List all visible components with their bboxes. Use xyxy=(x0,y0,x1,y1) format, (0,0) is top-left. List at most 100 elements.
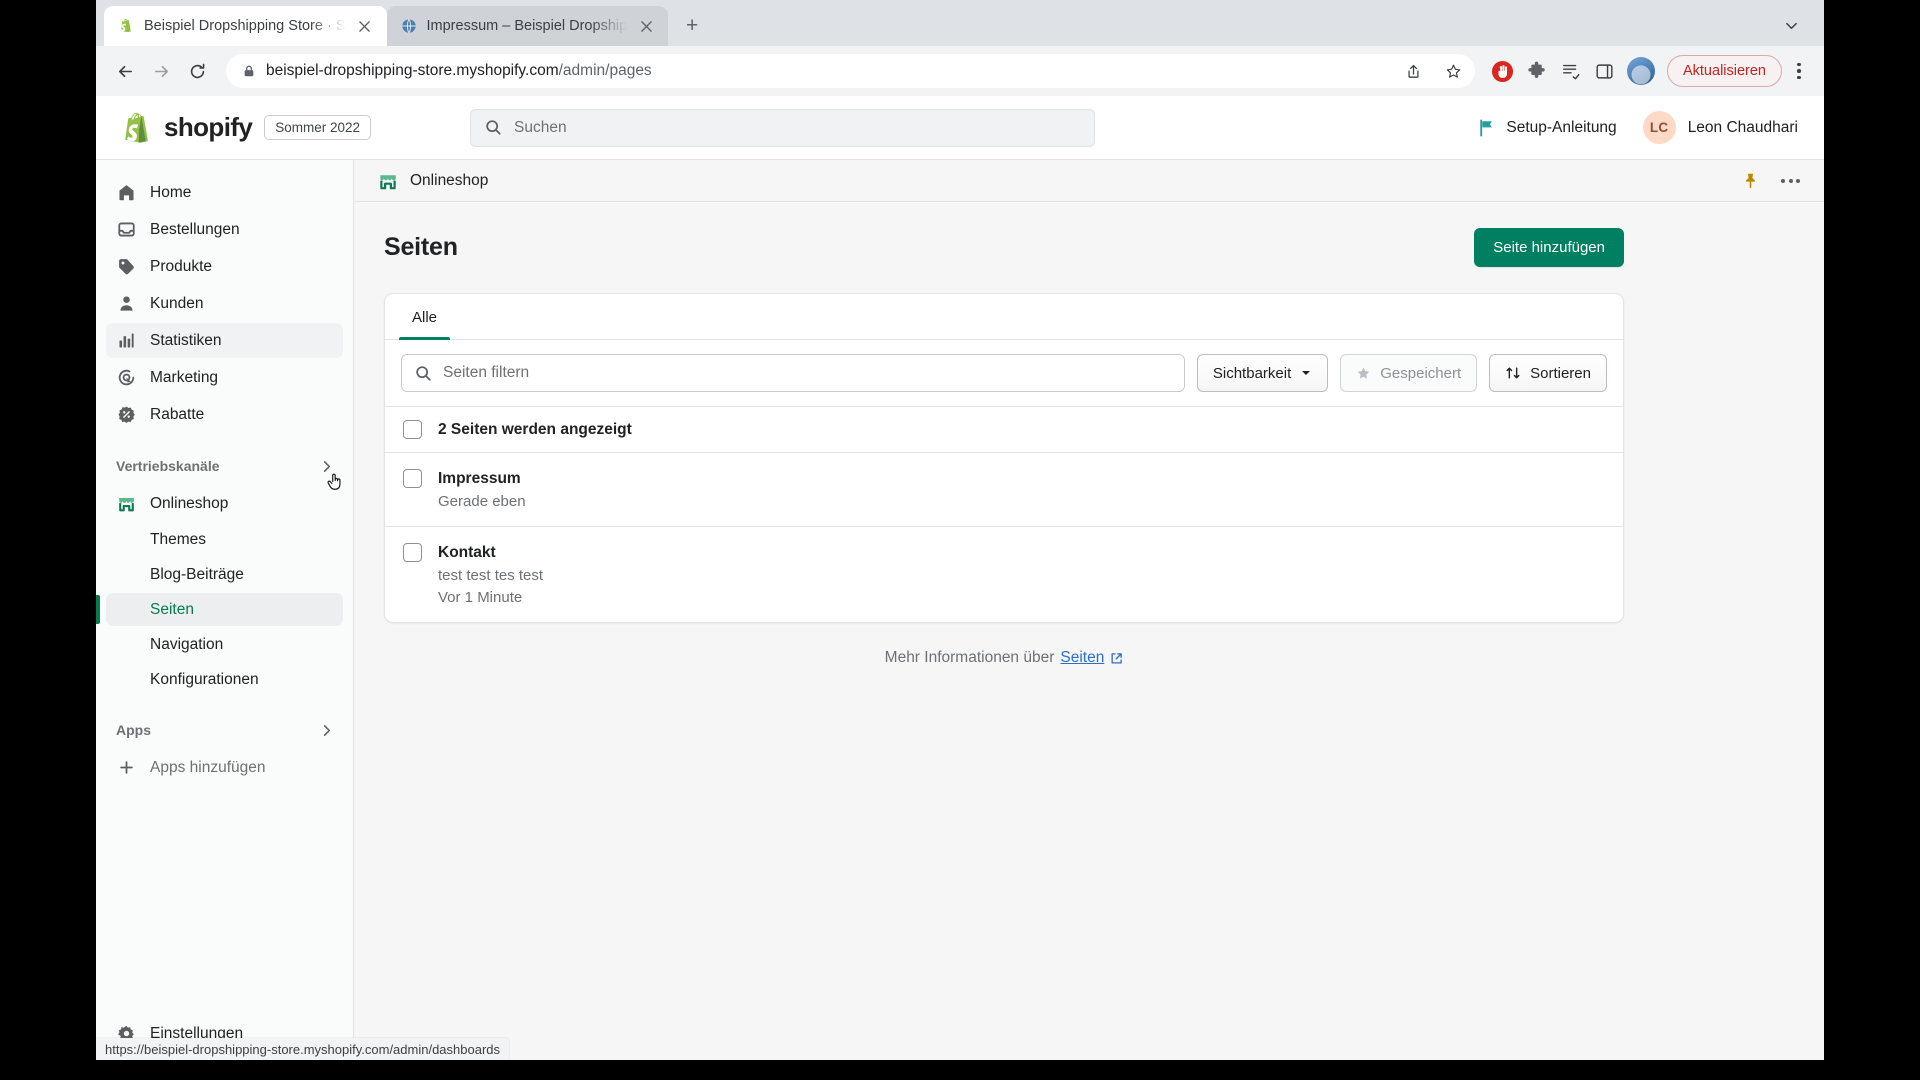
sidebar-item-statistiken[interactable]: Statistiken xyxy=(106,323,343,490)
share-icon[interactable] xyxy=(1399,56,1429,86)
bar-chart-icon xyxy=(116,331,137,350)
sidebar-item-produkte[interactable]: Produkte xyxy=(106,249,343,284)
sidebar-item-bestellungen[interactable]: Bestellungen xyxy=(106,212,343,247)
browser-window: Beispiel Dropshipping Store · S Impressu… xyxy=(96,0,1824,1060)
browser-toolbar: beispiel-dropshipping-store.myshopify.co… xyxy=(96,46,1824,96)
bookmark-star-icon[interactable] xyxy=(1439,56,1469,86)
body-split: Home Bestellungen Produkte Kunden Statis… xyxy=(96,160,1824,1060)
pin-icon[interactable] xyxy=(1742,172,1759,189)
address-bar[interactable]: beispiel-dropshipping-store.myshopify.co… xyxy=(226,54,1475,88)
new-tab-button[interactable]: + xyxy=(677,11,707,41)
user-menu[interactable]: LC Leon Chaudhari xyxy=(1642,111,1798,144)
select-all-checkbox[interactable] xyxy=(403,420,422,439)
search-icon xyxy=(415,365,432,382)
sidebar-group-apps[interactable]: Apps xyxy=(106,713,343,747)
sidebar-item-marketing[interactable]: Marketing xyxy=(106,360,343,395)
page-header: Seiten Seite hinzufügen xyxy=(384,228,1624,267)
extensions-puzzle-icon[interactable] xyxy=(1521,55,1553,87)
chevron-down-icon[interactable] xyxy=(1776,10,1806,40)
global-search-input[interactable]: Suchen xyxy=(470,108,1095,147)
adblock-extension-icon[interactable] xyxy=(1487,55,1519,87)
visibility-button-label: Sichtbarkeit xyxy=(1212,364,1292,382)
row-checkbox[interactable] xyxy=(403,469,422,488)
shopify-bag-icon xyxy=(122,111,152,145)
pages-screen: Seiten Seite hinzufügen Alle Seiten filt… xyxy=(354,202,1654,667)
user-avatar: LC xyxy=(1642,111,1676,144)
shopify-logo[interactable]: shopify Sommer 2022 xyxy=(122,111,452,145)
star-icon xyxy=(1356,366,1371,381)
table-row[interactable]: Kontakt test test tes test Vor 1 Minute xyxy=(385,527,1623,622)
tab-strip: Beispiel Dropshipping Store · S Impressu… xyxy=(96,0,1824,46)
tab-alle[interactable]: Alle xyxy=(399,294,451,340)
close-icon[interactable] xyxy=(636,16,656,36)
lock-icon xyxy=(242,64,256,78)
home-icon xyxy=(116,183,137,202)
browser-tab-2[interactable]: Impressum – Beispiel Dropship xyxy=(386,6,669,46)
filter-pages-placeholder: Seiten filtern xyxy=(443,364,530,381)
row-title[interactable]: Impressum xyxy=(438,470,526,488)
side-panel-icon[interactable] xyxy=(1589,55,1621,87)
screen: Beispiel Dropshipping Store · S Impressu… xyxy=(0,0,1920,1080)
row-time: Vor 1 Minute xyxy=(438,589,523,606)
url-path: /admin/pages xyxy=(558,62,652,79)
close-icon[interactable] xyxy=(355,16,375,36)
sidebar-subitem-navigation-label: Navigation xyxy=(150,635,224,653)
more-info-link[interactable]: Seiten xyxy=(1060,649,1104,667)
sidebar: Home Bestellungen Produkte Kunden Statis… xyxy=(96,160,354,1060)
saved-button-label: Gespeichert xyxy=(1380,364,1462,382)
sidebar-group-vertriebskanaele-label: Vertriebskanäle xyxy=(116,458,220,474)
saved-button[interactable]: Gespeichert xyxy=(1340,354,1478,392)
orders-icon xyxy=(116,220,137,239)
browser-tab-2-title: Impressum – Beispiel Dropship xyxy=(426,18,628,34)
sort-button-label: Sortieren xyxy=(1530,364,1591,382)
list-count-label: 2 Seiten werden angezeigt xyxy=(438,420,632,438)
more-options-icon[interactable] xyxy=(1781,178,1800,183)
sidebar-group-vertriebskanaele[interactable]: Vertriebskanäle xyxy=(106,449,343,483)
sidebar-group-apps-label: Apps xyxy=(116,722,151,738)
sidebar-item-kunden[interactable]: Kunden xyxy=(106,286,343,321)
sidebar-subitem-navigation[interactable]: Navigation xyxy=(106,628,343,661)
reload-icon[interactable] xyxy=(180,54,214,88)
external-link-icon xyxy=(1110,652,1123,665)
season-badge[interactable]: Sommer 2022 xyxy=(264,115,372,140)
shopify-wordmark: shopify xyxy=(164,112,253,142)
person-icon xyxy=(116,294,137,313)
topbar-right: Setup-Anleitung LC Leon Chaudhari xyxy=(1478,111,1798,144)
sidebar-subitem-themes[interactable]: Themes xyxy=(106,523,343,556)
add-page-button[interactable]: Seite hinzufügen xyxy=(1474,228,1624,267)
url-host: beispiel-dropshipping-store.myshopify.co… xyxy=(266,62,559,79)
pages-tabs: Alle xyxy=(385,294,1623,340)
reading-list-icon[interactable] xyxy=(1555,55,1587,87)
sidebar-item-produkte-label: Produkte xyxy=(150,257,213,275)
sidebar-subitem-seiten-label: Seiten xyxy=(150,600,194,618)
back-icon[interactable] xyxy=(108,54,142,88)
sidebar-item-kunden-label: Kunden xyxy=(150,294,204,312)
sidebar-item-home[interactable]: Home xyxy=(106,175,343,210)
sidebar-subitem-blog-beitraege[interactable]: Blog-Beiträge xyxy=(106,558,343,591)
row-checkbox[interactable] xyxy=(403,543,422,562)
chevron-right-icon xyxy=(320,724,333,737)
update-button[interactable]: Aktualisieren xyxy=(1666,55,1782,87)
sidebar-item-rabatte[interactable]: Rabatte xyxy=(106,397,343,432)
forward-icon[interactable] xyxy=(144,54,178,88)
filter-pages-input[interactable]: Seiten filtern xyxy=(401,354,1185,392)
sidebar-item-onlineshop[interactable]: Onlineshop xyxy=(106,486,343,521)
setup-guide-link[interactable]: Setup-Anleitung xyxy=(1478,119,1617,137)
chevron-down-icon xyxy=(1300,367,1312,379)
more-info-text: Mehr Informationen über xyxy=(884,649,1055,666)
visibility-button[interactable]: Sichtbarkeit xyxy=(1196,354,1329,392)
sidebar-subitem-themes-label: Themes xyxy=(150,530,206,548)
browser-tab-1[interactable]: Beispiel Dropshipping Store · S xyxy=(104,6,387,46)
browser-menu-icon[interactable] xyxy=(1786,54,1812,88)
row-title[interactable]: Kontakt xyxy=(438,544,543,562)
sort-button[interactable]: Sortieren xyxy=(1489,354,1607,392)
plus-icon xyxy=(116,759,137,776)
browser-tab-1-title: Beispiel Dropshipping Store · S xyxy=(144,18,346,34)
sidebar-item-apps-hinzufuegen[interactable]: Apps hinzufügen xyxy=(106,750,343,785)
table-row[interactable]: Impressum Gerade eben xyxy=(385,453,1623,527)
sidebar-subitem-konfigurationen[interactable]: Konfigurationen xyxy=(106,663,343,696)
avatar[interactable] xyxy=(1626,57,1655,85)
flag-icon xyxy=(1478,119,1495,137)
more-info-footer: Mehr Informationen über Seiten xyxy=(384,623,1624,667)
sidebar-subitem-seiten[interactable]: Seiten xyxy=(96,593,343,626)
